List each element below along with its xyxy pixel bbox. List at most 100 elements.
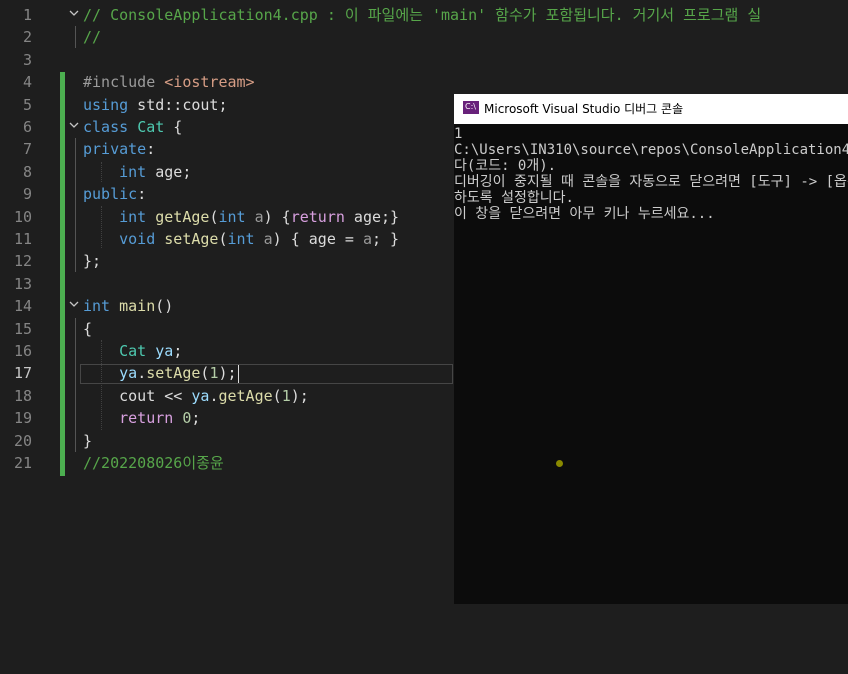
code-token: class <box>83 118 129 136</box>
code-line[interactable]: 2 // <box>0 26 848 48</box>
code-token: ya <box>191 386 210 405</box>
line-number: 18 <box>13 386 32 405</box>
code-token: int <box>119 162 147 181</box>
code-line[interactable]: 3 <box>0 49 848 71</box>
code-token: #include <box>83 73 165 92</box>
fold-chevron-icon[interactable] <box>68 298 80 310</box>
code-token: int <box>119 207 147 226</box>
scope-guide-line <box>101 162 102 182</box>
console-output: 1 C:\Users\IN310\source\repos\ConsoleAppl… <box>454 124 848 604</box>
console-output-line: 1 <box>454 126 463 142</box>
code-text: // ConsoleApplication4.cpp : 이 파일에는 'mai… <box>83 4 761 26</box>
code-token: { <box>164 118 183 136</box>
line-number: 4 <box>22 73 32 92</box>
code-token: Cat <box>137 118 165 136</box>
code-token: int <box>83 297 111 316</box>
console-output-line: 디버깅이 중지될 때 콘솔을 자동으로 닫으려면 [도구] -> [옵션] <box>454 174 848 190</box>
code-token: a <box>362 230 372 248</box>
code-token: a <box>263 230 273 248</box>
line-number: 10 <box>13 207 32 226</box>
code-token: main <box>119 297 156 316</box>
code-token: <iostream> <box>164 73 255 92</box>
code-text: public: <box>83 183 146 205</box>
console-output-line: 이 창을 닫으려면 아무 키나 누르세요... <box>454 206 715 222</box>
current-line-highlight <box>80 364 453 384</box>
code-token: : <box>146 140 156 159</box>
code-token: }; <box>83 252 102 271</box>
scope-guide-line <box>101 340 102 430</box>
code-token: 1 <box>281 386 291 405</box>
code-token: age; <box>146 162 192 181</box>
line-number: 16 <box>13 342 32 360</box>
line-number: 21 <box>13 454 32 472</box>
code-token: ; } <box>372 230 400 248</box>
line-number: 14 <box>13 297 32 316</box>
line-number: 13 <box>13 274 32 293</box>
code-text: class Cat { <box>83 116 182 138</box>
code-token: void <box>119 230 156 248</box>
fold-chevron-icon[interactable] <box>68 119 80 131</box>
code-text: // <box>83 26 101 48</box>
line-number: 1 <box>22 6 32 24</box>
code-token: age;} <box>344 207 400 226</box>
line-number: 2 <box>22 28 32 47</box>
console-output-line: 하도록 설정합니다. <box>454 190 574 206</box>
scope-guide-line <box>101 206 102 248</box>
code-token: using <box>83 95 129 114</box>
console-output-line: 다(코드: 0개). <box>454 158 557 174</box>
code-text: Cat ya; <box>83 340 182 362</box>
mouse-cursor-dot <box>556 460 563 467</box>
code-text: void setAge(int a) { age = a; } <box>83 228 399 250</box>
code-token: getAge <box>218 386 273 405</box>
console-app-icon: C:\ <box>463 101 479 114</box>
code-token: int <box>218 207 246 226</box>
code-text: { <box>83 318 92 340</box>
console-title: Microsoft Visual Studio 디버그 콘솔 <box>484 102 684 116</box>
code-token: ; <box>173 342 183 360</box>
console-output-line: C:\Users\IN310\source\repos\ConsoleAppli… <box>454 142 848 158</box>
code-token: int <box>227 230 255 248</box>
code-text: private: <box>83 138 155 160</box>
line-number: 11 <box>13 230 32 248</box>
line-number: 8 <box>22 162 32 181</box>
code-token: getAge <box>155 207 210 226</box>
code-token: return <box>119 409 174 428</box>
line-number: 15 <box>13 319 32 338</box>
code-line[interactable]: 4 #include <iostream> <box>0 71 848 93</box>
code-text: int main() <box>83 295 173 317</box>
scope-guide-line <box>75 26 76 48</box>
code-token: Cat <box>119 342 147 360</box>
fold-chevron-icon[interactable] <box>68 7 80 19</box>
code-token: ) { age = <box>272 230 363 248</box>
code-token: ( <box>218 230 228 248</box>
line-number: 20 <box>13 431 32 450</box>
code-line[interactable]: 1 // ConsoleApplication4.cpp : 이 파일에는 'ma… <box>0 4 848 26</box>
scope-guide-line <box>75 318 76 452</box>
code-token: cout << <box>83 386 192 405</box>
code-text: }; <box>83 250 101 272</box>
code-text: int getAge(int a) {return age;} <box>83 206 399 228</box>
code-token: //202208026이종윤 <box>83 454 224 472</box>
line-number: 9 <box>22 185 32 204</box>
code-token: // <box>83 28 102 47</box>
code-token: ); <box>290 386 309 405</box>
code-token: ) { <box>263 207 291 226</box>
code-text: } <box>83 430 92 452</box>
code-token: public <box>83 185 138 204</box>
code-token: ya <box>155 342 174 360</box>
console-title-bar[interactable]: C:\ Microsoft Visual Studio 디버그 콘솔 <box>454 94 848 124</box>
debug-console-window[interactable]: C:\ Microsoft Visual Studio 디버그 콘솔 1 C:\U… <box>454 94 848 604</box>
scope-guide-line <box>75 138 76 272</box>
code-token: // ConsoleApplication4.cpp : 이 파일에는 'mai… <box>83 6 762 24</box>
code-text: int age; <box>83 161 191 183</box>
code-token: ; <box>191 409 201 428</box>
code-token: } <box>83 431 93 450</box>
code-text: cout << ya.getAge(1); <box>83 385 309 407</box>
